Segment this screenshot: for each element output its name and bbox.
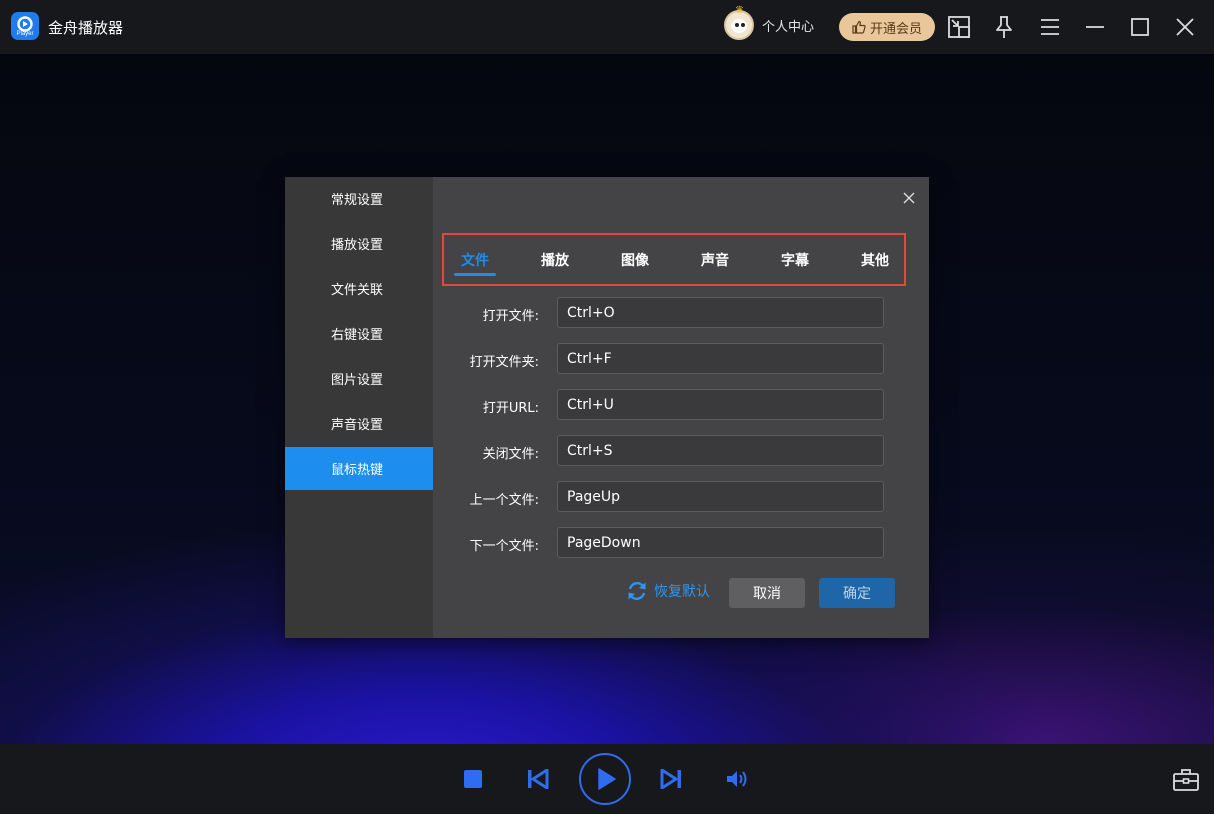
play-icon — [598, 768, 616, 790]
hotkey-input-open-folder[interactable] — [557, 343, 884, 374]
crown-icon: ♛ — [735, 5, 744, 16]
toolbox-icon — [1173, 769, 1199, 791]
hotkey-tabs: 文件 播放 图像 声音 字幕 其他 — [442, 233, 906, 286]
settings-sidebar: 常规设置 播放设置 文件关联 右键设置 图片设置 声音设置 鼠标热键 — [285, 177, 433, 638]
vip-label: 开通会员 — [869, 21, 922, 37]
restore-defaults-label: 恢复默认 — [654, 584, 710, 600]
title-bar: Player 金舟播放器 ♛ 个人中心 开通会员 — [0, 0, 1214, 54]
close-window-icon[interactable] — [1172, 14, 1198, 40]
tab-sound[interactable]: 声音 — [693, 250, 737, 270]
sidebar-item-label: 声音设置 — [331, 418, 384, 433]
hotkey-input-close-file[interactable] — [557, 435, 884, 466]
hotkey-label-previous-file: 上一个文件: — [469, 493, 539, 508]
stop-icon — [464, 770, 482, 788]
hotkey-label-open-url: 打开URL: — [482, 401, 539, 416]
sidebar-item-label: 右键设置 — [331, 328, 384, 343]
eye-icon — [735, 23, 739, 27]
close-icon — [903, 192, 915, 204]
previous-icon — [528, 769, 549, 789]
restore-defaults-button[interactable]: 恢复默认 — [626, 580, 710, 602]
next-button[interactable] — [658, 766, 684, 792]
maximize-icon[interactable] — [1127, 14, 1153, 40]
sidebar-item-label: 图片设置 — [331, 373, 384, 388]
sidebar-item-context-menu[interactable]: 右键设置 — [285, 312, 433, 355]
confirm-button[interactable]: 确定 — [819, 578, 895, 608]
hotkey-label-open-file: 打开文件: — [482, 309, 539, 324]
volume-button[interactable] — [723, 766, 751, 792]
user-center-button[interactable]: ♛ 个人中心 — [724, 6, 815, 40]
tab-image[interactable]: 图像 — [613, 250, 657, 270]
sidebar-item-file-association[interactable]: 文件关联 — [285, 267, 433, 310]
sidebar-item-image[interactable]: 图片设置 — [285, 357, 433, 400]
refresh-icon — [628, 582, 646, 600]
tab-playback[interactable]: 播放 — [533, 250, 577, 270]
sidebar-item-label: 播放设置 — [331, 238, 384, 253]
minimize-icon[interactable] — [1082, 14, 1108, 40]
volume-icon — [727, 771, 747, 787]
hotkey-label-close-file: 关闭文件: — [482, 447, 539, 462]
sidebar-item-hotkeys[interactable]: 鼠标热键 — [285, 447, 433, 490]
sidebar-item-playback[interactable]: 播放设置 — [285, 222, 433, 265]
app-title: 金舟播放器 — [48, 19, 124, 37]
sidebar-item-label: 常规设置 — [331, 193, 384, 208]
menu-icon[interactable] — [1037, 14, 1063, 40]
next-icon — [660, 769, 681, 789]
stop-button[interactable] — [460, 766, 486, 792]
hotkey-label-next-file: 下一个文件: — [469, 539, 539, 554]
mini-mode-icon[interactable] — [946, 14, 972, 40]
sidebar-item-general[interactable]: 常规设置 — [285, 177, 433, 220]
settings-dialog: 常规设置 播放设置 文件关联 右键设置 图片设置 声音设置 鼠标热键 文件 播放… — [285, 177, 929, 638]
tab-other[interactable]: 其他 — [853, 250, 897, 270]
hotkey-input-previous-file[interactable] — [557, 481, 884, 512]
tab-file[interactable]: 文件 — [453, 250, 497, 270]
hotkey-input-open-file[interactable] — [557, 297, 884, 328]
play-button[interactable] — [579, 753, 631, 805]
user-center-label: 个人中心 — [762, 19, 815, 35]
previous-button[interactable] — [525, 766, 551, 792]
hotkey-input-next-file[interactable] — [557, 527, 884, 558]
tab-subtitle[interactable]: 字幕 — [773, 250, 817, 270]
toolbox-button[interactable] — [1171, 766, 1201, 794]
pin-icon[interactable] — [991, 14, 1017, 40]
sidebar-item-sound[interactable]: 声音设置 — [285, 402, 433, 445]
eye-icon — [741, 23, 745, 27]
thumb-up-icon — [852, 20, 866, 34]
sidebar-item-label: 文件关联 — [331, 283, 384, 298]
cancel-button[interactable]: 取消 — [729, 578, 805, 608]
dialog-close-button[interactable] — [899, 188, 919, 208]
hotkey-label-open-folder: 打开文件夹: — [469, 355, 539, 370]
vip-button[interactable]: 开通会员 — [839, 13, 935, 41]
hotkey-input-open-url[interactable] — [557, 389, 884, 420]
sidebar-item-label: 鼠标热键 — [331, 463, 384, 478]
app-logo-icon: Player — [11, 12, 39, 40]
control-bar — [0, 744, 1214, 814]
avatar[interactable]: ♛ — [724, 6, 754, 40]
active-tab-indicator — [454, 273, 496, 276]
logo-text: Player — [16, 30, 34, 37]
